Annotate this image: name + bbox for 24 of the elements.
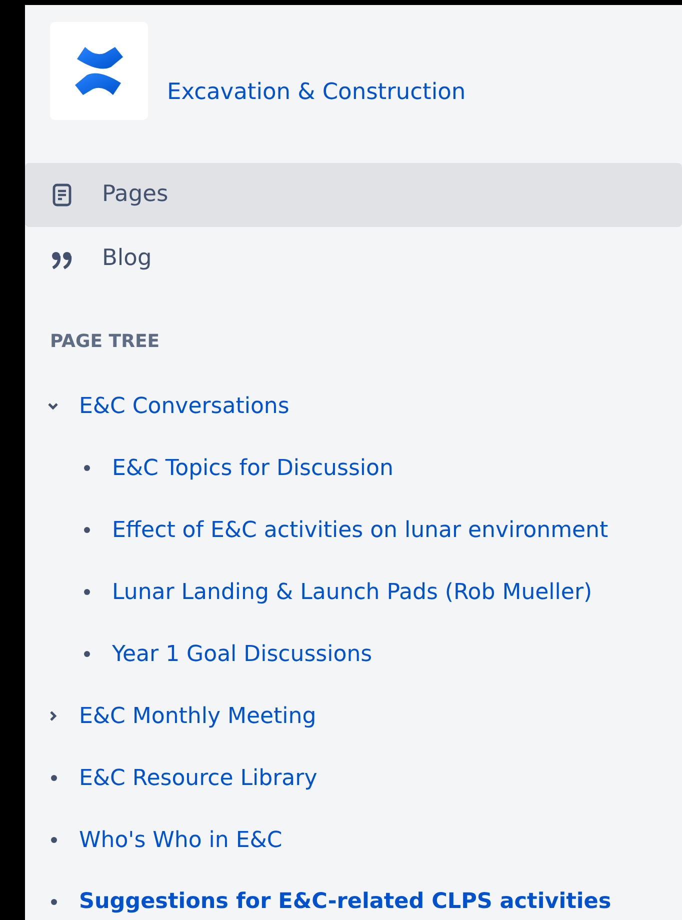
tree-item-link[interactable]: Who's Who in E&C <box>79 824 282 856</box>
bullet-icon <box>84 527 90 533</box>
bullet-icon <box>84 465 90 471</box>
tree-item-link[interactable]: Effect of E&C activities on lunar environment <box>112 514 608 546</box>
tree-item-link[interactable]: Year 1 Goal Discussions <box>112 638 372 670</box>
tree-item-link[interactable]: E&C Conversations <box>79 390 290 422</box>
chevron-down-icon[interactable] <box>47 400 59 412</box>
logo-tile[interactable] <box>50 22 148 120</box>
bullet-icon <box>51 899 57 905</box>
tree-item-link[interactable]: E&C Topics for Discussion <box>112 452 394 484</box>
nav-item[interactable]: Blog <box>25 227 682 291</box>
tree-item-link[interactable]: E&C Monthly Meeting <box>79 700 316 732</box>
tree-item-link[interactable]: Lunar Landing & Launch Pads (Rob Mueller) <box>112 576 592 608</box>
bullet-icon <box>84 651 90 657</box>
page-icon <box>50 183 74 207</box>
chevron-right-icon[interactable] <box>47 710 59 722</box>
bullet-icon <box>51 775 57 781</box>
bullet-icon <box>84 589 90 595</box>
tree-item-link[interactable]: E&C Resource Library <box>79 762 318 794</box>
nav-item[interactable]: Pages <box>25 163 682 227</box>
bullet-icon <box>51 837 57 843</box>
tree-item-link[interactable]: Suggestions for E&C-related CLPS activities <box>79 886 612 918</box>
section-heading: PAGE TREE <box>49 330 161 354</box>
space-title[interactable]: Excavation & Construction <box>167 76 466 110</box>
